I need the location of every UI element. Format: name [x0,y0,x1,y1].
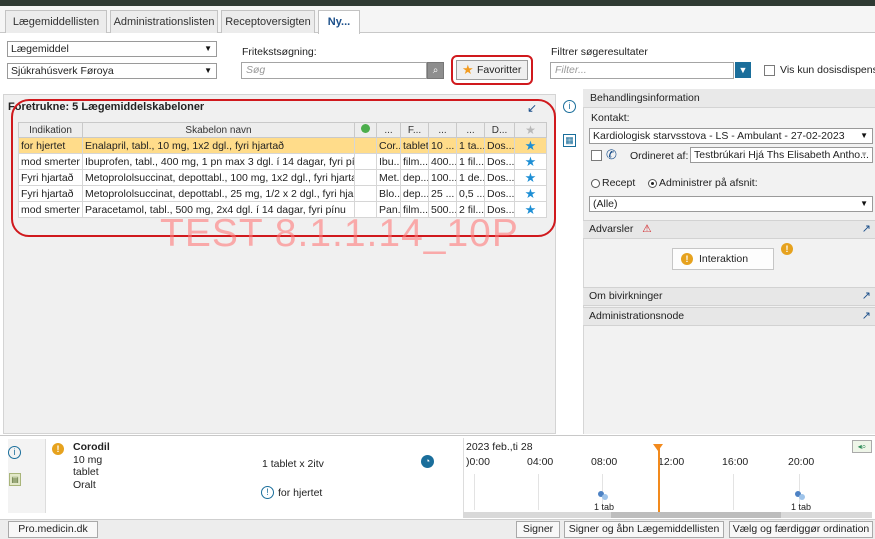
warnings-heading: Advarsler [589,223,634,235]
ordered-by-checkbox[interactable] [591,150,602,161]
side-effects-heading: Om bivirkninger [589,290,663,302]
interaction-label: Interaktion [699,253,749,265]
dropdown-arrow-icon: ▼ [860,199,868,208]
warnings-section-header[interactable]: Advarsler ⚠ ↗ [583,220,875,239]
sign-and-open-button[interactable]: Signer og åbn Lægemiddellisten [564,521,724,538]
contact-select[interactable]: Kardiologisk starvsstova - LS - Ambulant… [589,128,873,144]
dropdown-arrow-icon: ▼ [204,66,212,75]
favorites-button-label: Favoritter [477,64,522,76]
admin-note-heading: Administrationsnode [589,310,685,322]
recept-label: Recept [602,177,636,189]
hospital-select-value: Sjúkrahúsverk Føroya [11,65,114,77]
test-watermark: TEST 8.1.1.14_10P [160,212,519,255]
ward-select-value: (Alle) [593,198,618,210]
order-drug-name: Corodil [73,441,110,453]
document-icon[interactable]: ▤ [9,473,21,486]
pill-icon[interactable] [795,491,805,500]
expand-icon[interactable]: ↗ [862,308,871,325]
tab-bar: Lægemiddellisten Administrationslisten R… [0,6,875,34]
freetext-search-input[interactable]: Søg [241,62,427,79]
hospital-select[interactable]: Sjúkrahúsverk Føroya ▼ [7,63,217,79]
timeline-tick: 04:00 [527,456,554,468]
interaction-alert-icon: ! [781,243,793,255]
dropdown-arrow-icon: ▼ [204,44,212,53]
dropdown-arrow-icon: ▼ [860,131,868,140]
order-warning-icon: ! [52,443,64,455]
order-dose: 1 tablet x 2itv [262,458,324,470]
filter-icon[interactable]: ▼ [735,62,751,78]
sign-button[interactable]: Signer [516,521,560,538]
warning-triangle-icon: ⚠ [642,223,652,235]
ordered-by-select[interactable]: Testbrúkari Hjá Ths Elisabeth Antho... ▼ [690,147,873,163]
dose-only-label: Vis kun dosisdispense [780,64,875,76]
zoom-icon[interactable]: ◂⌕ [852,440,872,453]
star-icon: ★ [462,62,474,77]
order-indication: for hjertet [278,487,323,499]
type-select[interactable]: Lægemiddel ▼ [7,41,217,57]
info-icon[interactable]: i [563,100,576,113]
favorites-button[interactable]: ★ Favoritter [456,60,528,80]
dropdown-arrow-icon: ▼ [860,150,868,159]
dose-only-checkbox[interactable] [764,65,775,76]
expand-icon[interactable]: ↗ [862,221,871,238]
contact-select-value: Kardiologisk starvsstova - LS - Ambulant… [593,130,845,142]
recept-radio[interactable] [591,179,600,188]
info-icon[interactable]: i [8,446,21,459]
timeline-tick: )0:00 [466,456,490,468]
contact-label: Kontakt: [591,112,630,124]
order-form: tablet [73,466,99,478]
indication-info-icon: ! [261,486,274,499]
filter-input[interactable]: Filter... [550,62,734,79]
admin-note-section-header[interactable]: Administrationsnode ↗ [583,307,875,326]
interaction-button[interactable]: ! Interaktion [672,248,774,270]
grid-view-icon[interactable]: ▦ [563,134,576,147]
timeline-tick: 16:00 [722,456,749,468]
order-side-icons: i ▤ [8,439,46,513]
order-strength: 10 mg [73,454,103,466]
ordered-by-value: Testbrúkari Hjá Ths Elisabeth Antho... [694,149,869,161]
type-select-value: Lægemiddel [11,43,69,55]
now-line [658,448,660,514]
side-icon-strip: i ▦ [559,92,581,434]
timeline-date: 2023 feb.,ti 28 [466,441,533,453]
timeline-gridline [538,474,539,510]
timeline-gridline [733,474,734,510]
pill-icon[interactable] [598,491,608,500]
dose-label: 1 tab [791,502,812,512]
timeline-gridline [474,474,475,510]
tab-laegemiddellisten[interactable]: Lægemiddellisten [5,10,107,33]
timeline-scroll-thumb[interactable] [611,512,781,518]
dose-label: 1 tab [594,502,615,512]
clock-icon: ◔ [421,455,434,468]
filter-label: Filtrer søgeresultater [551,46,648,58]
side-effects-section-header[interactable]: Om bivirkninger ↗ [583,287,875,306]
ordered-by-label: Ordineret af: [630,150,689,162]
timeline-tick: 08:00 [591,456,618,468]
timeline-tick: 12:00 [658,456,685,468]
order-route: Oralt [73,479,96,491]
interaction-warning-icon: ! [681,253,693,265]
ward-select[interactable]: (Alle) ▼ [589,196,873,212]
administer-radio[interactable] [648,179,657,188]
tab-receptoversigten[interactable]: Receptoversigten [221,10,315,33]
promedicin-button[interactable]: Pro.medicin.dk [8,521,98,538]
administer-label: Administrer på afsnit: [659,177,758,189]
timeline-tick: 20:00 [788,456,815,468]
phone-icon: ✆ [606,147,617,162]
choose-and-finish-button[interactable]: Vælg og færdiggør ordination [729,521,873,538]
tab-ny[interactable]: Ny... [318,10,360,34]
tab-administrationslisten[interactable]: Administrationslisten [110,10,218,33]
treatment-info-heading: Behandlingsinformation [583,89,875,108]
freetext-label: Fritekstsøgning: [242,46,317,58]
expand-icon[interactable]: ↗ [862,288,871,305]
search-icon[interactable]: ⌕ [427,62,444,79]
